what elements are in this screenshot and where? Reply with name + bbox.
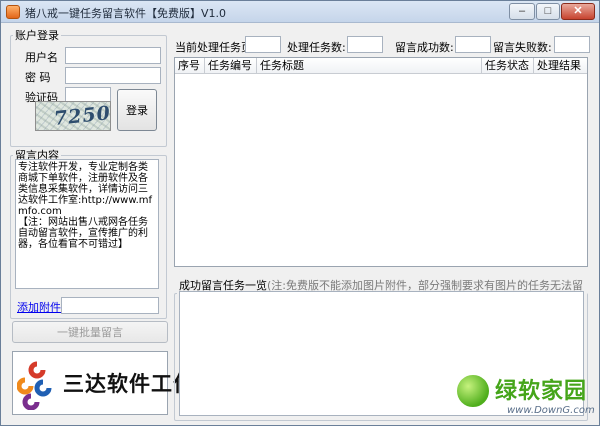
studio-logo: 三达软件工作室 [12, 351, 216, 415]
watermark-url: www.DownG.com [507, 405, 595, 416]
message-line: 专注软件开发，专业定制各类商城下单软件，注册软件及各类信息采集软件，详情访问三达… [18, 162, 153, 217]
studio-logo-mark-icon [17, 361, 52, 410]
column-header-task-title[interactable]: 任务标题 [257, 58, 482, 74]
captcha-image-text: 7250 [53, 102, 111, 130]
message-line: 【注：网站出售八戒网各任务自动留言软件，宣传推广的利器，各位看官不可错过】 [18, 217, 148, 250]
success-count-label: 留言成功数: [395, 41, 454, 54]
column-header-index[interactable]: 序号 [175, 58, 205, 74]
watermark: 绿软家园 www.DownG.com [453, 369, 595, 425]
username-label: 用户名 [25, 51, 58, 64]
current-page-field [245, 36, 281, 53]
title-bar: 猪八戒一键任务留言软件【免费版】V1.0 – □ ✕ [1, 1, 599, 23]
captcha-image[interactable]: 7250 [35, 101, 111, 131]
attachment-path-input[interactable] [61, 297, 159, 314]
column-header-task-status[interactable]: 任务状态 [482, 58, 534, 74]
close-button[interactable]: ✕ [561, 3, 595, 20]
app-icon [6, 5, 20, 19]
watermark-leaf-icon [455, 373, 491, 409]
message-textarea[interactable]: 专注软件开发，专业定制各类商城下单软件，注册软件及各类信息采集软件，详情访问三达… [15, 159, 159, 289]
add-attachment-link[interactable]: 添加附件 [17, 299, 61, 315]
window-title: 猪八戒一键任务留言软件【免费版】V1.0 [25, 7, 227, 20]
column-header-result[interactable]: 处理结果 [534, 58, 587, 74]
username-input[interactable] [65, 47, 161, 64]
app-window: 猪八戒一键任务留言软件【免费版】V1.0 – □ ✕ 账户登录 用户名 密 码 … [0, 0, 600, 426]
batch-message-button[interactable]: 一键批量留言 [12, 321, 168, 343]
column-header-task-id[interactable]: 任务编号 [205, 58, 257, 74]
login-group-title: 账户登录 [15, 29, 59, 42]
task-table[interactable]: 序号 任务编号 任务标题 任务状态 处理结果 [174, 57, 588, 267]
processed-count-field [347, 36, 383, 53]
fail-count-label: 留言失败数: [493, 41, 552, 54]
fail-count-field [554, 36, 590, 53]
current-page-label: 当前处理任务页: [175, 41, 256, 54]
watermark-text: 绿软家园 [495, 379, 588, 404]
password-label: 密 码 [25, 71, 51, 84]
password-input[interactable] [65, 67, 161, 84]
processed-count-label: 处理任务数: [287, 41, 346, 54]
maximize-button[interactable]: □ [536, 3, 560, 20]
success-count-field [455, 36, 491, 53]
login-button[interactable]: 登录 [117, 89, 157, 131]
minimize-button[interactable]: – [509, 3, 535, 20]
